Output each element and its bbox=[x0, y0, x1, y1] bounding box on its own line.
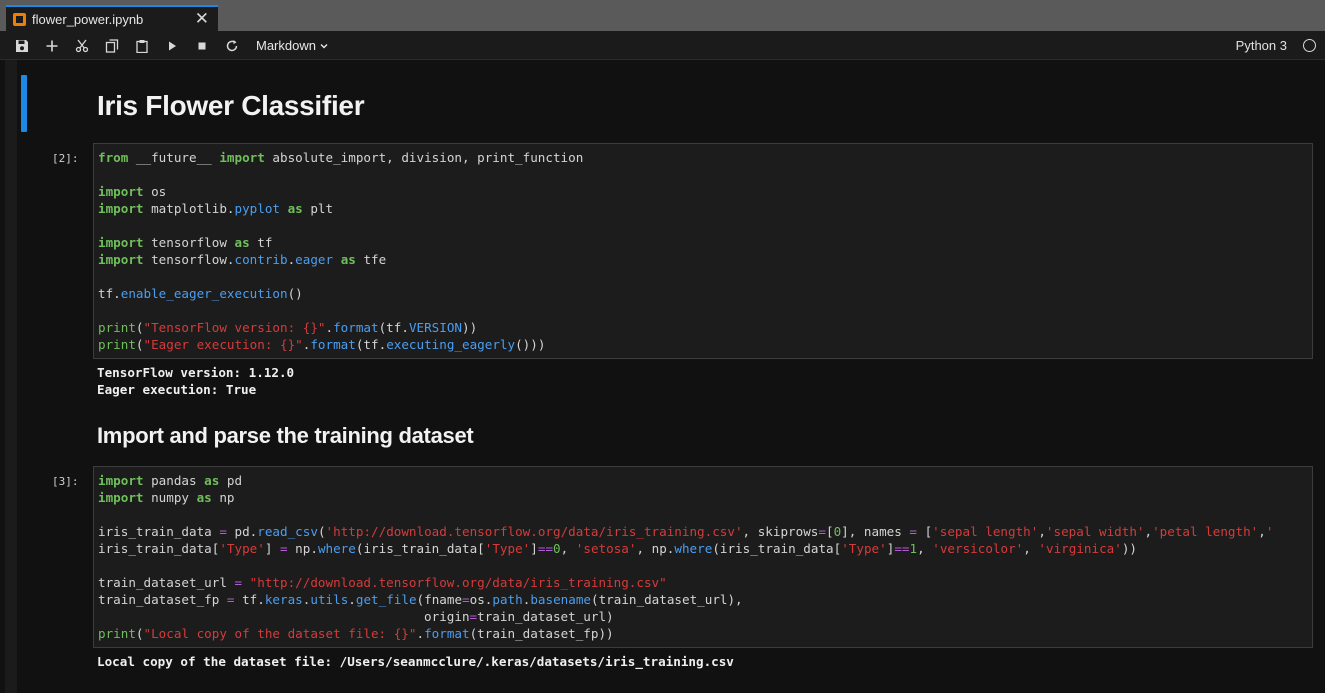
play-icon bbox=[169, 41, 176, 51]
cell-prompt: [3]: bbox=[52, 475, 79, 488]
plus-icon bbox=[46, 40, 58, 52]
output-line: Local copy of the dataset file: /Users/s… bbox=[97, 654, 734, 669]
code-cell-editor[interactable]: import pandas as pd import numpy as np i… bbox=[93, 466, 1313, 648]
notebook-panel: Iris Flower Classifier [2]: from __futur… bbox=[0, 60, 1325, 693]
tab-title: flower_power.ipynb bbox=[32, 11, 144, 27]
save-button[interactable] bbox=[12, 36, 32, 56]
notebook-icon bbox=[13, 12, 26, 26]
insert-cell-button[interactable] bbox=[42, 36, 62, 56]
stop-icon bbox=[198, 42, 206, 50]
interrupt-button[interactable] bbox=[192, 36, 212, 56]
chevron-down-icon bbox=[320, 43, 328, 48]
cell-type-label: Markdown bbox=[256, 38, 316, 53]
cell-output: TensorFlow version: 1.12.0 Eager executi… bbox=[97, 364, 294, 398]
cell-output: Local copy of the dataset file: /Users/s… bbox=[97, 653, 734, 670]
cell-type-dropdown[interactable]: Markdown bbox=[256, 38, 329, 53]
output-line: TensorFlow version: 1.12.0 bbox=[97, 365, 295, 380]
close-icon[interactable]: ✕ bbox=[195, 10, 209, 27]
tab-bar: flower_power.ipynb ✕ bbox=[0, 0, 1325, 31]
notebook-gutter bbox=[5, 60, 17, 693]
output-line: Eager execution: True bbox=[97, 382, 257, 397]
restart-button[interactable] bbox=[222, 36, 242, 56]
markdown-heading[interactable]: Import and parse the training dataset bbox=[97, 423, 474, 449]
cell-prompt: [2]: bbox=[52, 152, 79, 165]
notebook-toolbar: Markdown Python 3 bbox=[0, 31, 1325, 60]
kernel-status-icon bbox=[1303, 39, 1316, 52]
copy-icon bbox=[105, 39, 119, 53]
cut-button[interactable] bbox=[72, 36, 92, 56]
markdown-title[interactable]: Iris Flower Classifier bbox=[97, 90, 365, 122]
run-button[interactable] bbox=[162, 36, 182, 56]
kernel-name[interactable]: Python 3 bbox=[1236, 38, 1287, 53]
refresh-icon bbox=[226, 40, 238, 52]
clipboard-icon bbox=[136, 40, 148, 53]
copy-button[interactable] bbox=[102, 36, 122, 56]
save-icon bbox=[16, 40, 28, 52]
code-cell-editor[interactable]: from __future__ import absolute_import, … bbox=[93, 143, 1313, 359]
tab-notebook[interactable]: flower_power.ipynb ✕ bbox=[6, 5, 218, 31]
active-cell-indicator bbox=[21, 75, 27, 132]
paste-button[interactable] bbox=[132, 36, 152, 56]
scissors-icon bbox=[75, 39, 89, 53]
